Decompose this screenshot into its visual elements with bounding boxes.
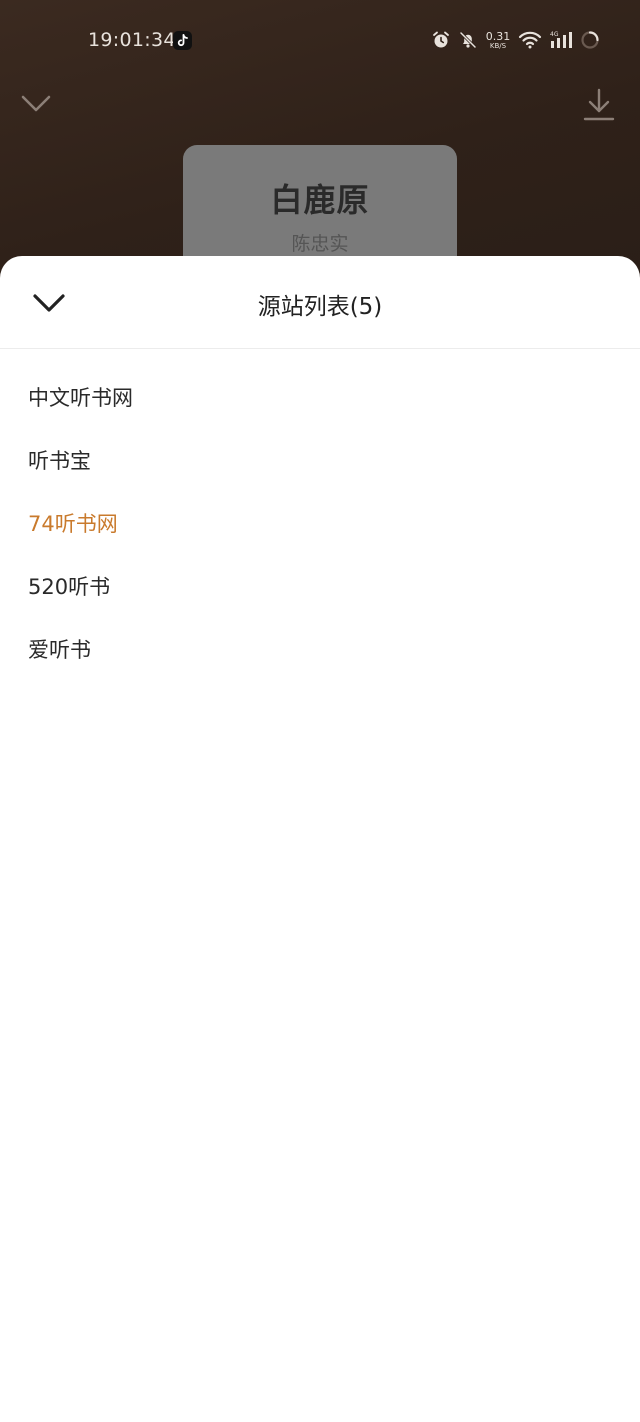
source-list: 中文听书网 听书宝 74听书网 520听书 爱听书	[0, 367, 640, 682]
tiktok-icon	[173, 31, 192, 50]
sheet-title: 源站列表(5)	[257, 294, 383, 320]
signal-icon: 4G	[550, 31, 572, 48]
book-title: 白鹿原	[270, 181, 370, 219]
alarm-icon	[433, 31, 449, 48]
status-icons: 0.31 KB/S 4G	[431, 29, 600, 51]
network-speed: 0.31 KB/S	[485, 29, 511, 50]
status-bar: 19:01:34 0.31 KB/S 4G	[0, 0, 640, 80]
source-item[interactable]: 爱听书	[0, 619, 640, 682]
book-author: 陈忠实	[291, 233, 349, 255]
source-item[interactable]: 听书宝	[0, 430, 640, 493]
network-type: 4G	[550, 31, 559, 38]
download-icon[interactable]	[582, 87, 616, 123]
source-list-sheet: 源站列表(5) 中文听书网 听书宝 74听书网 520听书 爱听书	[0, 256, 640, 1422]
source-item[interactable]: 中文听书网	[0, 367, 640, 430]
sheet-header: 源站列表(5)	[0, 256, 640, 349]
loading-icon	[581, 31, 599, 49]
source-item-selected[interactable]: 74听书网	[0, 493, 640, 556]
wifi-icon	[518, 31, 542, 49]
chevron-down-icon[interactable]	[20, 92, 52, 116]
bell-off-icon	[459, 31, 477, 49]
source-item[interactable]: 520听书	[0, 556, 640, 619]
status-time: 19:01:34	[88, 29, 176, 51]
